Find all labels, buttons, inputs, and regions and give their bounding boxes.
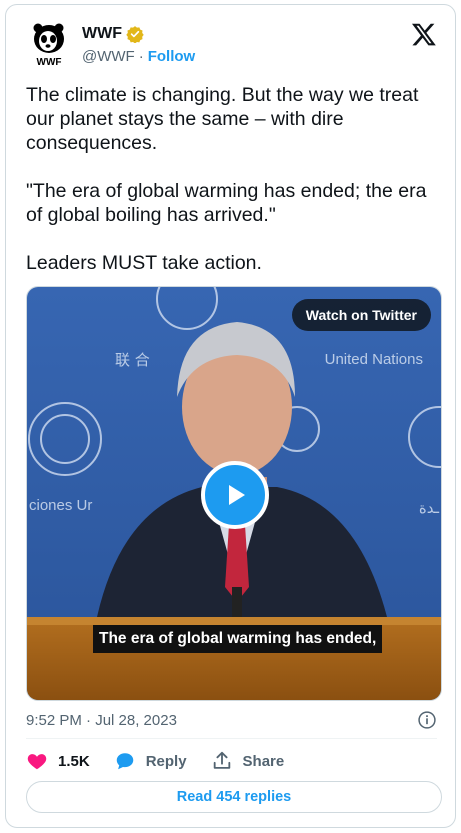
avatar[interactable]: WWF (26, 21, 72, 68)
share-icon (213, 751, 230, 769)
wwf-panda-logo: WWF (33, 23, 64, 68)
share-button[interactable]: Share (211, 750, 285, 772)
share-label: Share (242, 752, 285, 770)
reply-button[interactable]: Reply (114, 750, 187, 772)
author-handle[interactable]: @WWF (82, 48, 135, 65)
play-icon (229, 485, 245, 505)
separator-dot: · (138, 48, 144, 65)
follow-button[interactable]: Follow (148, 48, 196, 65)
background-text-arabic: ـدة (418, 499, 439, 517)
action-bar: 1.5K Reply Share (26, 750, 308, 772)
author-handle-row: @WWF · Follow (82, 48, 195, 65)
read-replies-button[interactable]: Read 454 replies (26, 781, 442, 813)
watch-on-twitter-button[interactable]: Watch on Twitter (291, 299, 431, 331)
tweet-card: WWF WWF @WWF · Follow The climate is cha… (5, 4, 456, 828)
info-icon[interactable] (417, 710, 437, 730)
like-count: 1.5K (58, 752, 90, 770)
logo-text: WWF (37, 57, 62, 67)
divider (26, 738, 437, 739)
x-logo-icon[interactable] (411, 21, 437, 47)
heart-icon (27, 754, 47, 770)
reply-label: Reply (145, 752, 187, 770)
video-subtitle: The era of global warming has ended, (93, 625, 383, 653)
background-text-left: ciones Ur (29, 497, 93, 514)
background-text-cjk: 联 合 (115, 351, 150, 369)
author-name[interactable]: WWF (82, 25, 122, 43)
like-button[interactable]: 1.5K (26, 750, 90, 772)
video-player[interactable]: United Nations ciones Ur 联 合 ـدة Watch o… (26, 286, 442, 701)
play-button[interactable] (201, 461, 269, 529)
verified-badge-icon (126, 26, 144, 43)
tweet-text: The climate is changing. But the way we … (26, 84, 427, 274)
author-name-row: WWF (82, 25, 144, 43)
background-text-right: United Nations (324, 351, 423, 368)
timestamp[interactable]: 9:52 PM · Jul 28, 2023 (26, 712, 177, 729)
reply-bubble-icon (116, 753, 133, 770)
